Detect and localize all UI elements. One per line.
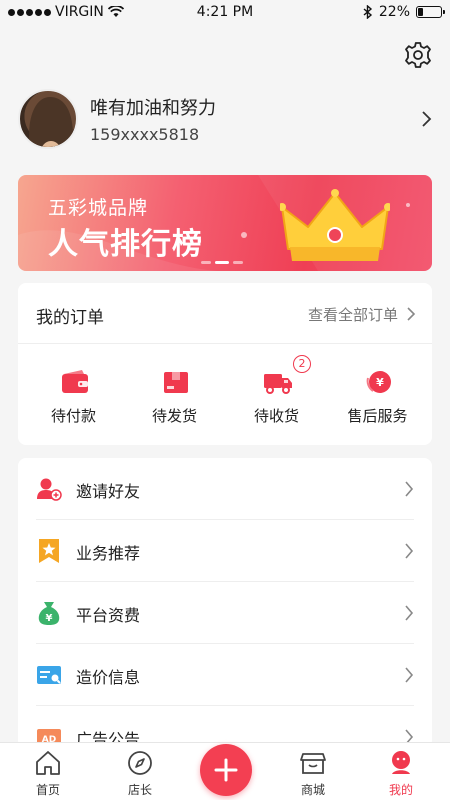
- svg-text:¥: ¥: [46, 613, 53, 624]
- status-right: 22%: [363, 4, 445, 20]
- compass-icon: [128, 751, 152, 775]
- battery-icon: [416, 6, 445, 18]
- invite-user-icon: [37, 478, 62, 501]
- carrier-name: VIRGIN: [55, 4, 104, 20]
- home-icon: [36, 751, 60, 775]
- menu-item-label: 邀请好友: [76, 482, 141, 501]
- profile-icon: [392, 751, 410, 774]
- delivery-truck-icon: [264, 374, 292, 394]
- orders-card: 我的订单 查看全部订单 待付款 待发货 2 待收货 ¥ 售后服务: [18, 283, 432, 445]
- user-name: 唯有加油和努力: [90, 98, 216, 119]
- promo-banner[interactable]: 五彩城品牌 人气排行榜: [18, 175, 432, 271]
- order-item-label: 待收货: [253, 407, 299, 425]
- profile-header[interactable]: 唯有加油和努力 159xxxx5818: [0, 84, 450, 154]
- order-pending-shipment[interactable]: 待发货: [123, 363, 226, 433]
- orders-title: 我的订单: [36, 308, 104, 328]
- gear-icon[interactable]: [403, 40, 433, 70]
- order-pending-payment[interactable]: 待付款: [22, 363, 125, 433]
- order-after-sales[interactable]: ¥ 售后服务: [326, 363, 429, 433]
- bluetooth-icon: [363, 5, 372, 19]
- chevron-right-icon: [405, 667, 414, 683]
- battery-percent: 22%: [378, 4, 410, 20]
- order-item-label: 售后服务: [347, 407, 408, 425]
- tab-mall[interactable]: 商城: [273, 743, 353, 800]
- tab-home[interactable]: 首页: [8, 743, 88, 800]
- chevron-right-icon[interactable]: [406, 306, 416, 322]
- tab-label: 我的: [388, 783, 413, 797]
- menu-item-label: 业务推荐: [76, 544, 141, 563]
- money-bag-icon: ¥: [38, 602, 60, 625]
- chevron-right-icon[interactable]: [420, 110, 434, 128]
- view-all-orders-link[interactable]: 查看全部订单: [308, 304, 398, 325]
- crown-icon: [280, 189, 390, 261]
- tab-label: 商城: [300, 783, 325, 797]
- refund-icon: ¥: [366, 371, 391, 393]
- menu-item-label: 造价信息: [76, 668, 141, 687]
- status-bar: VIRGIN 4:21 PM 22%: [0, 0, 450, 24]
- plus-icon: [214, 758, 238, 782]
- order-count-badge: 2: [293, 355, 311, 373]
- menu-item-business-recommend[interactable]: 业务推荐: [18, 520, 432, 582]
- battery-level: [418, 8, 423, 16]
- price-card-icon: [37, 666, 61, 684]
- signal-strength-icon: [8, 8, 51, 16]
- shop-icon: [300, 753, 326, 774]
- menu-card: 邀请好友 业务推荐 ¥ 平台资费 造价信息 AD 广告公告: [18, 458, 432, 748]
- banner-title: 人气排行榜: [48, 227, 203, 262]
- add-button[interactable]: [200, 744, 252, 796]
- order-item-label: 待付款: [50, 407, 96, 425]
- carrier-signal: VIRGIN: [8, 4, 124, 20]
- menu-item-cost-info[interactable]: 造价信息: [18, 644, 432, 706]
- tab-manager[interactable]: 店长: [100, 743, 180, 800]
- chevron-right-icon: [405, 543, 414, 559]
- order-pending-receipt[interactable]: 2 待收货: [225, 355, 328, 433]
- order-item-label: 待发货: [151, 407, 197, 425]
- tab-label: 店长: [127, 783, 152, 797]
- banner-subtitle: 五彩城品牌: [48, 197, 149, 219]
- user-phone: 159xxxx5818: [90, 125, 200, 144]
- svg-text:¥: ¥: [376, 376, 384, 389]
- avatar[interactable]: [18, 89, 78, 149]
- tab-label: 首页: [35, 783, 60, 797]
- orders-header: 我的订单 查看全部订单: [18, 283, 432, 344]
- tab-mine[interactable]: 我的: [361, 743, 441, 800]
- menu-item-label: 平台资费: [76, 606, 141, 625]
- chevron-right-icon: [405, 481, 414, 497]
- star-bookmark-icon: [39, 539, 59, 563]
- menu-item-invite-friends[interactable]: 邀请好友: [18, 458, 432, 520]
- wifi-icon: [107, 6, 124, 17]
- wallet-icon: [62, 370, 88, 393]
- package-icon: [164, 372, 188, 393]
- avatar-image: [29, 97, 73, 147]
- chevron-right-icon: [405, 605, 414, 621]
- menu-item-platform-fees[interactable]: ¥ 平台资费: [18, 582, 432, 644]
- carousel-indicator: [201, 261, 243, 264]
